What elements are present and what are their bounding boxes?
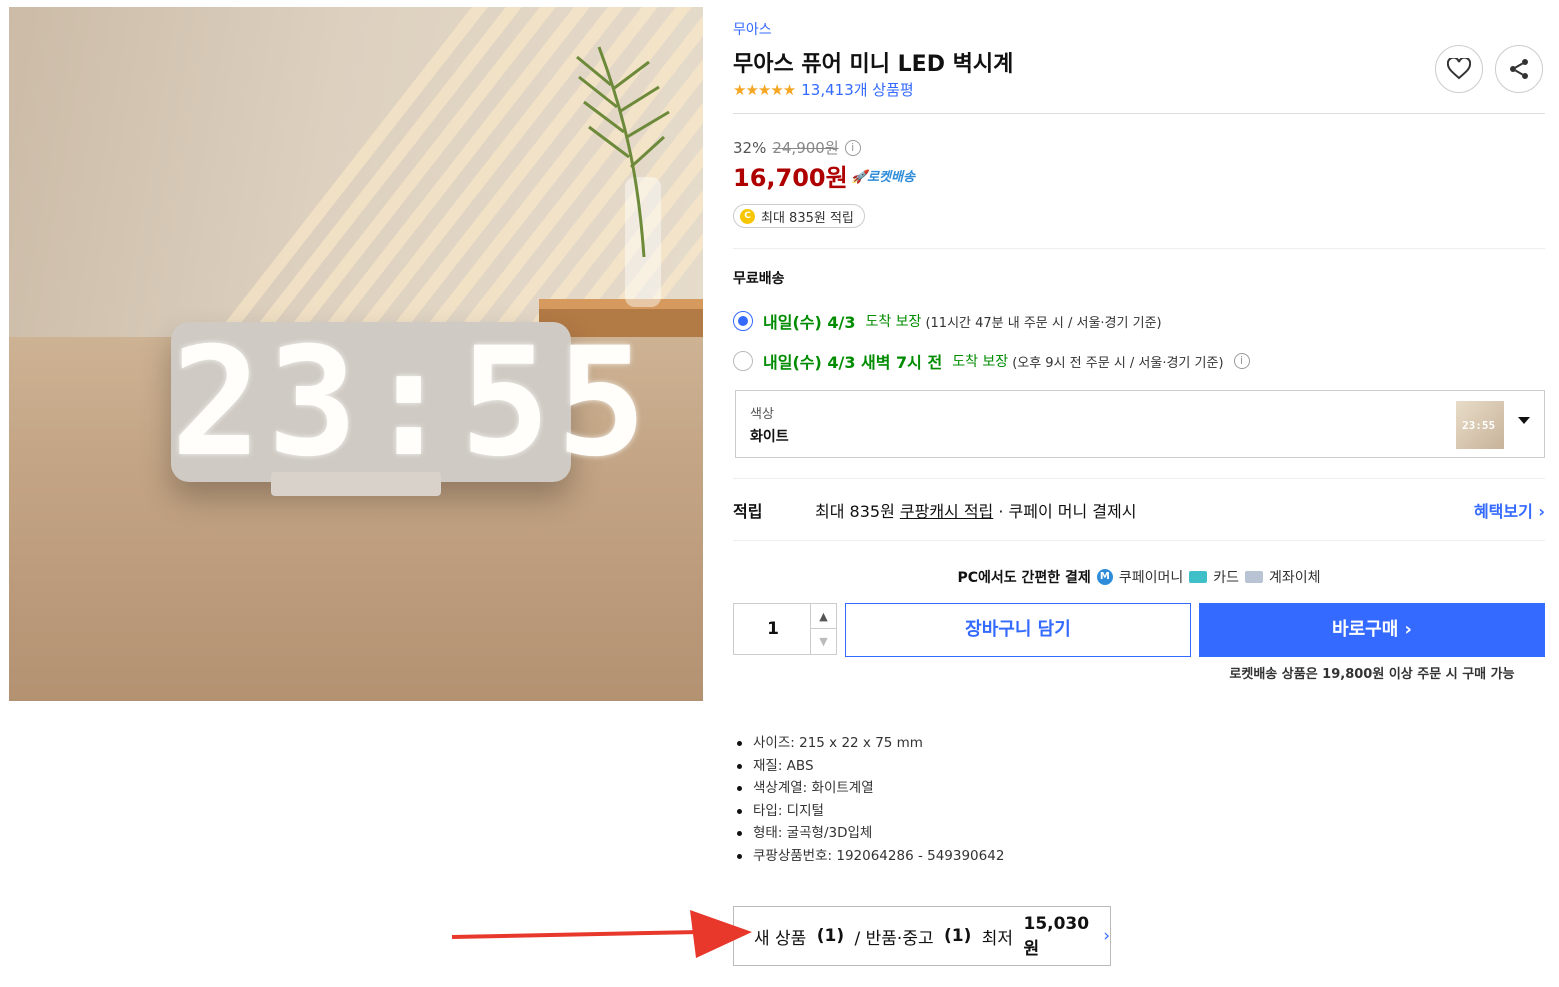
clock-display: 23:55 — [171, 316, 653, 490]
annotation-arrow-icon — [452, 910, 752, 958]
list-item: 재질: ABS — [733, 755, 1004, 778]
offer-new-count: (1) — [816, 926, 845, 946]
divider — [733, 540, 1545, 541]
benefit-link[interactable]: 혜택보기 › — [1474, 498, 1545, 522]
delivery-guarantee: 도착 보장 — [952, 354, 1009, 370]
brand-link[interactable]: 무아스 — [733, 19, 772, 39]
shipping-label: 무료배송 — [733, 271, 785, 287]
share-icon — [1510, 59, 1528, 79]
list-item: 쿠팡상품번호: 192064286 - 549390642 — [733, 845, 1004, 868]
offer-used: / 반품·중고 — [849, 928, 940, 949]
chevron-down-icon[interactable]: ▼ — [810, 629, 836, 654]
option-value: 화이트 — [750, 429, 789, 445]
coupay-icon: M — [1096, 569, 1113, 585]
product-image[interactable]: 23:55 — [9, 7, 703, 701]
color-option-select[interactable]: 색상 화이트 23:55 — [735, 390, 1545, 458]
original-price: 24,900원 — [772, 139, 839, 157]
wishlist-button[interactable] — [1435, 45, 1483, 93]
radio-unselected-icon[interactable] — [733, 351, 753, 371]
rocket-delivery-badge: 🚀로켓배송 — [851, 170, 916, 185]
discount-row: 32% 24,900원 i — [733, 137, 861, 158]
radio-selected-icon[interactable] — [733, 311, 753, 331]
offer-lowest: 최저 — [976, 928, 1019, 949]
spec-list: 사이즈: 215 x 22 x 75 mm 재질: ABS 색상계열: 화이트계… — [733, 732, 1004, 867]
info-icon[interactable]: i — [844, 139, 861, 156]
divider — [733, 248, 1545, 249]
divider — [733, 478, 1545, 479]
offer-used-count: (1) — [944, 926, 972, 946]
list-item: 타입: 디지털 — [733, 800, 1004, 823]
delivery-date: 내일(수) 4/3 새벽 7시 전 — [763, 353, 943, 372]
offer-new: 새 상품 — [754, 928, 812, 949]
chevron-right-icon: › — [1103, 926, 1110, 946]
shipping-option-1[interactable]: 내일(수) 4/3 도착 보장 (11시간 47분 내 주문 시 / 서울·경기… — [733, 309, 1162, 333]
card-icon — [1189, 571, 1208, 583]
discount-rate: 32% — [733, 138, 767, 157]
quantity-value[interactable]: 1 — [734, 604, 812, 654]
thumb-clock-text: 23:55 — [1462, 419, 1496, 432]
chevron-down-icon — [1518, 417, 1530, 424]
rating-row[interactable]: ★★★★★ 13,413개 상품평 — [733, 79, 914, 100]
sale-price: 16,700원 — [733, 164, 848, 192]
coupay-label: 쿠페이머니 — [1118, 570, 1184, 586]
delivery-note: (11시간 47분 내 주문 시 / 서울·경기 기준) — [925, 315, 1162, 331]
delivery-note: (오후 9시 전 주문 시 / 서울·경기 기준) — [1012, 355, 1224, 371]
quantity-stepper[interactable]: 1 ▲ ▼ — [733, 603, 837, 655]
payment-methods: PC에서도 간편한 결제 M 쿠페이머니 카드 계좌이체 — [733, 567, 1545, 587]
delivery-guarantee: 도착 보장 — [865, 314, 922, 330]
buy-now-button[interactable]: 바로구매 › — [1199, 603, 1545, 657]
chevron-up-icon[interactable]: ▲ — [810, 604, 836, 629]
list-item: 형태: 굴곡형/3D입체 — [733, 822, 1004, 845]
bank-label: 계좌이체 — [1268, 570, 1321, 586]
coin-icon: C — [740, 208, 755, 224]
min-order-note: 로켓배송 상품은 19,800원 이상 주문 시 구매 가능 — [1229, 667, 1515, 682]
coupang-cash-link[interactable]: 쿠팡캐시 적립 — [900, 498, 993, 522]
delivery-date: 내일(수) 4/3 — [763, 313, 856, 332]
cash-reward-badge: C 최대 835원 적립 — [733, 204, 865, 228]
earn-label: 적립 — [733, 502, 763, 521]
card-label: 카드 — [1213, 570, 1239, 586]
option-label: 색상 — [750, 407, 774, 422]
earn-amount: 최대 835원 — [815, 502, 900, 521]
payment-lead: PC에서도 간편한 결제 — [957, 570, 1091, 586]
shipping-option-2[interactable]: 내일(수) 4/3 새벽 7시 전 도착 보장 (오후 9시 전 주문 시 / … — [733, 349, 1250, 373]
info-icon[interactable]: i — [1233, 353, 1250, 369]
offer-lowest-price: 15,030원 — [1023, 913, 1090, 959]
review-count-link[interactable]: 13,413개 상품평 — [801, 79, 913, 100]
add-to-cart-button[interactable]: 장바구니 담기 — [845, 603, 1191, 657]
list-item: 사이즈: 215 x 22 x 75 mm — [733, 732, 1004, 755]
share-button[interactable] — [1495, 45, 1543, 93]
image-plant — [576, 46, 670, 257]
earn-condition: · 쿠페이 머니 결제시 — [993, 502, 1137, 521]
divider — [733, 113, 1545, 114]
bank-icon — [1244, 571, 1263, 583]
led-clock: 23:55 — [171, 316, 653, 496]
option-thumbnail: 23:55 — [1456, 401, 1504, 449]
page-title: 무아스 퓨어 미니 LED 벽시계 — [733, 52, 1014, 77]
other-sellers-button[interactable]: 새 상품 (1) / 반품·중고 (1) 최저 15,030원 › — [733, 906, 1111, 966]
list-item: 색상계열: 화이트계열 — [733, 777, 1004, 800]
rating-stars: ★★★★★ — [733, 80, 796, 99]
cash-reward-text: 최대 835원 적립 — [761, 210, 854, 226]
earn-row: 적립 최대 835원 쿠팡캐시 적립 · 쿠페이 머니 결제시 혜택보기 › — [733, 498, 1545, 522]
heart-icon — [1447, 58, 1471, 80]
